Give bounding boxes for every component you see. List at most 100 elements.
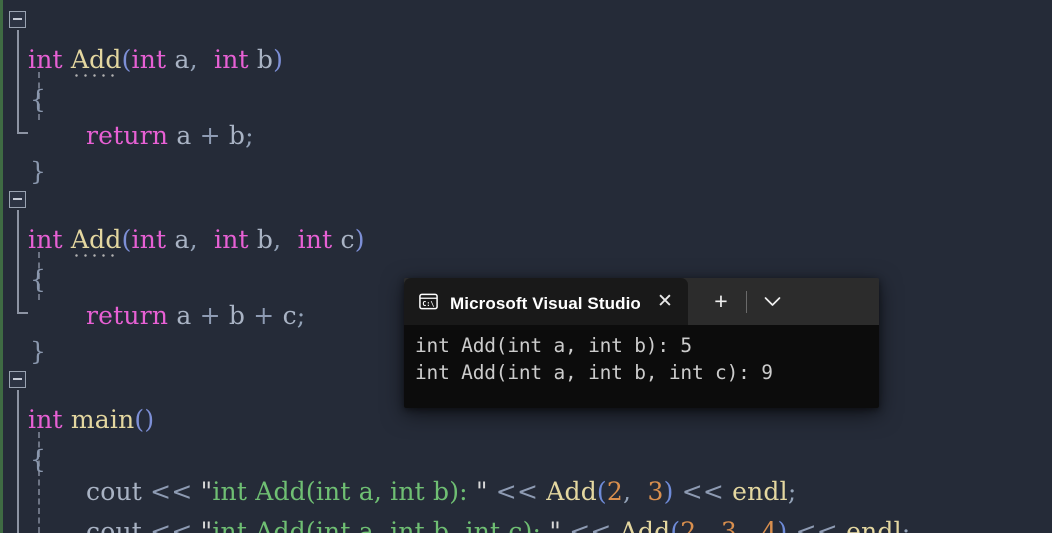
console-output-line: int Add(int a, int b, int c): 9	[415, 361, 773, 384]
token-stream-insert: <<	[795, 517, 838, 533]
token-number-3: 3	[647, 477, 664, 506]
code-line[interactable]: }	[0, 292, 46, 366]
code-editor[interactable]: int Add(int a, int b) { return a + b; } …	[0, 0, 1052, 533]
svg-text:C:\: C:\	[422, 300, 434, 308]
token-var-b: b	[228, 121, 246, 150]
token-number-4: 4	[761, 517, 778, 533]
code-line[interactable]: cout << "int Add(int a, int b): " << Add…	[0, 432, 796, 506]
token-comma: ,	[736, 517, 746, 533]
token-plus: +	[253, 301, 275, 330]
code-line[interactable]: return a + b + c;	[0, 256, 305, 330]
token-comma: ,	[189, 225, 198, 254]
token-keyword-int: int	[28, 225, 63, 254]
code-line[interactable]: cout << "int Add(int a, int b, int c): "…	[0, 472, 910, 533]
token-plus: +	[199, 121, 221, 150]
token-var-b: b	[256, 225, 274, 254]
code-line[interactable]: }	[0, 112, 46, 186]
token-stream-insert: <<	[150, 517, 193, 533]
command-prompt-icon: C:\	[418, 291, 439, 312]
token-open-paren: (	[121, 45, 132, 74]
close-icon[interactable]: ✕	[648, 285, 682, 319]
token-number-3: 3	[720, 517, 737, 533]
console-tab-title: Microsoft Visual Studio 调试	[450, 294, 640, 313]
chevron-down-icon[interactable]	[751, 283, 793, 321]
token-var-a: a	[176, 301, 192, 330]
token-obj-cout: cout	[86, 517, 143, 533]
token-var-a: a	[174, 225, 190, 254]
code-line[interactable]: {	[0, 220, 46, 294]
titlebar-actions: +	[688, 278, 879, 325]
token-string-literal-2: int Add(int a, int b, int c):	[212, 517, 550, 533]
token-open-paren: (	[121, 225, 132, 254]
token-function-add: Add	[619, 517, 671, 533]
token-var-b: b	[256, 45, 274, 74]
console-window[interactable]: C:\ Microsoft Visual Studio 调试 ✕ + int A…	[404, 278, 879, 408]
token-semicolon: ;	[245, 121, 254, 150]
token-close-paren: )	[777, 517, 788, 533]
token-keyword-int: int	[28, 405, 63, 434]
token-comma: ,	[623, 477, 632, 506]
token-keyword-return: return	[86, 301, 169, 330]
token-plus: +	[199, 301, 221, 330]
console-tab[interactable]: C:\ Microsoft Visual Studio 调试 ✕	[404, 278, 688, 325]
token-obj-endl: endl	[732, 477, 788, 506]
token-semicolon: ;	[901, 517, 911, 533]
token-obj-endl: endl	[846, 517, 902, 533]
console-output-line: int Add(int a, int b): 5	[415, 334, 692, 357]
token-quote: "	[200, 477, 213, 506]
token-semicolon: ;	[296, 301, 306, 330]
token-open-paren: (	[670, 517, 681, 533]
token-semicolon: ;	[787, 477, 797, 506]
token-close-paren: )	[663, 477, 674, 506]
code-line[interactable]: {	[0, 40, 46, 114]
code-line[interactable]: int main()	[0, 360, 154, 434]
code-line[interactable]: int Add(int a, int b, int c)	[0, 180, 364, 257]
token-function-add: Add	[71, 220, 122, 260]
token-stream-insert: <<	[681, 477, 724, 506]
token-string-literal-1: int Add(int a, int b):	[212, 477, 476, 506]
code-line[interactable]: int Add(int a, int b)	[0, 0, 283, 77]
token-function-add: Add	[71, 40, 122, 80]
token-var-b: b	[228, 301, 246, 330]
token-stream-insert: <<	[569, 517, 612, 533]
token-quote: "	[200, 517, 213, 533]
token-close-paren: )	[144, 405, 155, 434]
token-keyword-return: return	[86, 121, 169, 150]
token-var-a: a	[174, 45, 190, 74]
token-quote: "	[475, 477, 488, 506]
token-comma: ,	[696, 517, 705, 533]
token-open-paren: (	[134, 405, 145, 434]
token-comma: ,	[189, 45, 198, 74]
token-keyword-int: int	[131, 45, 167, 74]
token-keyword-int: int	[28, 45, 63, 74]
console-titlebar[interactable]: C:\ Microsoft Visual Studio 调试 ✕ +	[404, 278, 879, 325]
token-function-add: Add	[546, 477, 597, 506]
token-close-paren: )	[273, 45, 284, 74]
console-output-area[interactable]: int Add(int a, int b): 5 int Add(int a, …	[404, 325, 879, 408]
code-line[interactable]: return a + b;	[0, 76, 254, 150]
toolbar-divider	[746, 290, 747, 313]
token-keyword-int: int	[214, 45, 249, 74]
new-tab-button[interactable]: +	[700, 283, 742, 321]
